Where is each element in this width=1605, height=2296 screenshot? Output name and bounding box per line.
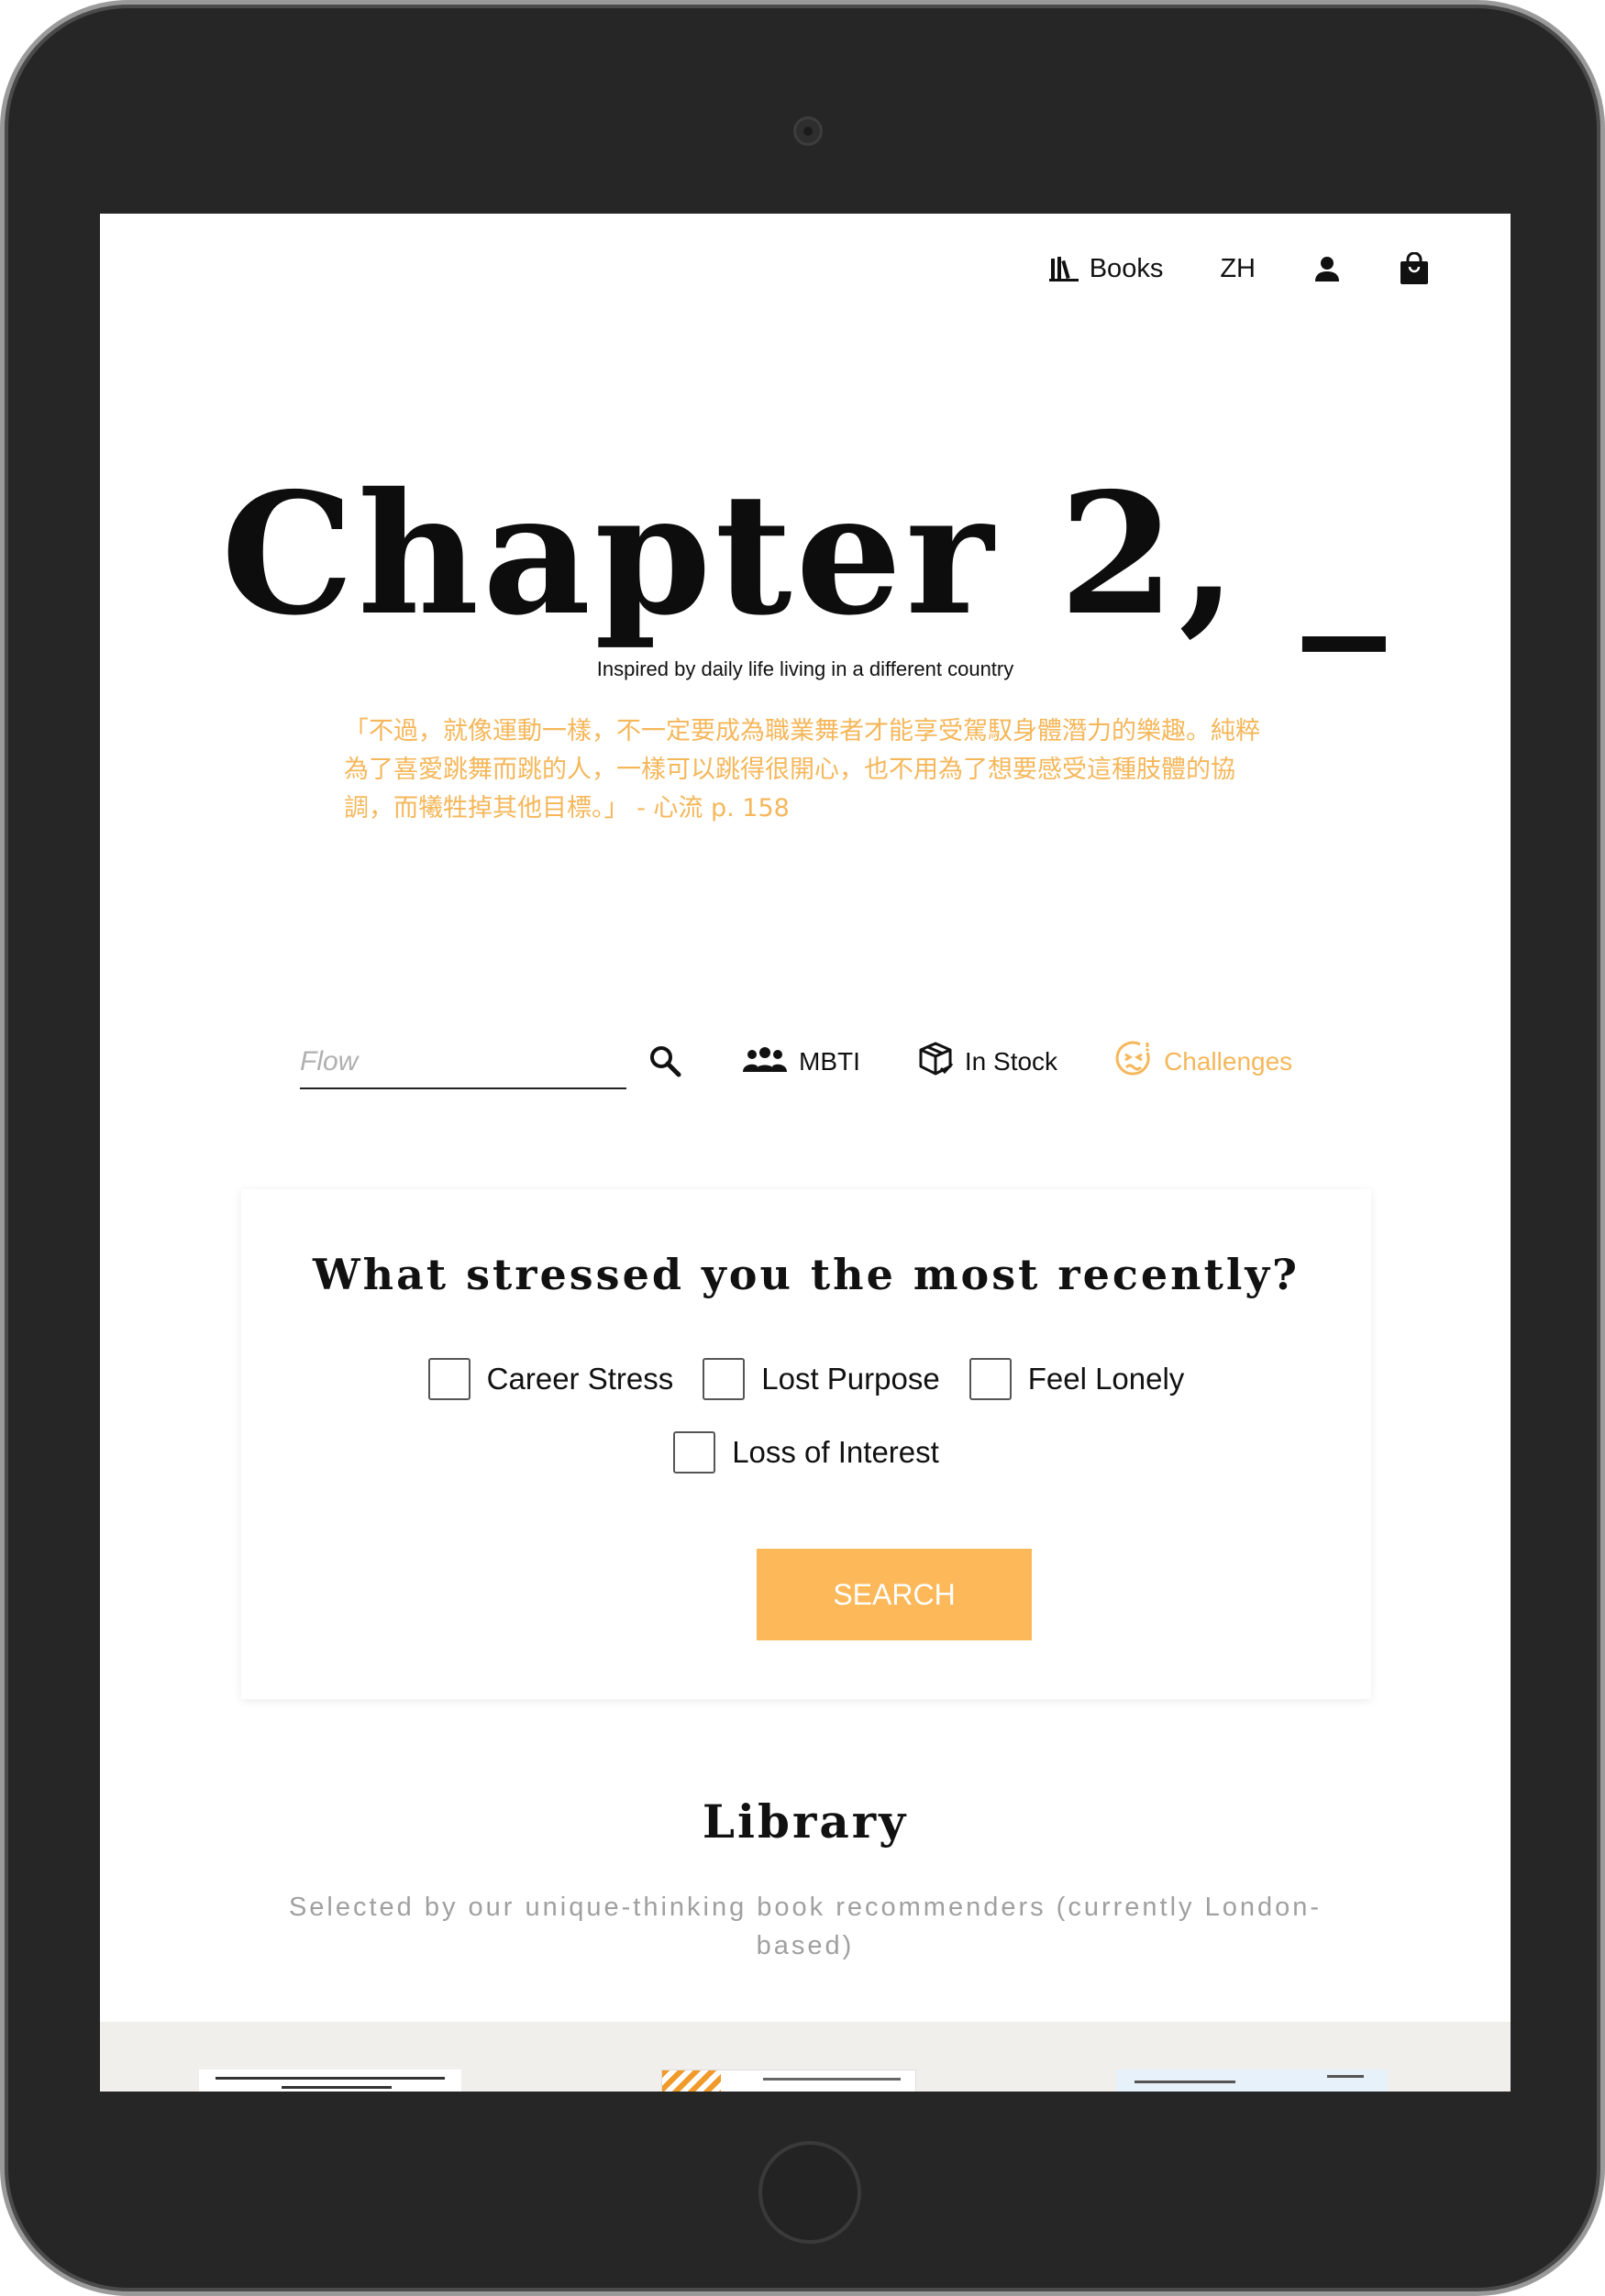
home-button[interactable] — [758, 2141, 861, 2244]
tablet-device: Books ZH Chapter 2, _ Inspired by daily … — [0, 0, 1605, 2296]
person-icon — [1312, 254, 1342, 283]
library-subtitle: Selected by our unique-thinking book rec… — [288, 1893, 1323, 1960]
option-label: Feel Lonely — [1027, 1362, 1185, 1396]
book-cover-text — [1135, 2081, 1235, 2083]
filter-in-stock[interactable]: In Stock — [917, 1041, 1057, 1084]
site-title: Chapter 2, _ — [221, 456, 1389, 652]
stressed-face-icon — [1114, 1040, 1153, 1085]
book-cover-text — [763, 2078, 901, 2081]
shopping-bag-icon — [1399, 252, 1430, 285]
language-toggle[interactable]: ZH — [1220, 254, 1256, 284]
bookshelf-icon — [1048, 255, 1079, 282]
filter-bar: MBTI In Stock — [300, 1021, 1364, 1103]
checkbox[interactable] — [703, 1358, 746, 1400]
option-career-stress[interactable]: Career Stress — [427, 1358, 674, 1400]
book-cover-art — [662, 2070, 721, 2092]
top-nav: Books ZH — [1048, 252, 1430, 285]
option-label: Loss of Interest — [732, 1435, 939, 1469]
option-loss-of-interest[interactable]: Loss of Interest — [673, 1431, 939, 1474]
search-icon — [648, 1044, 681, 1080]
nav-books-label: Books — [1089, 253, 1164, 283]
search-field — [300, 1034, 626, 1089]
filter-challenges-label: Challenges — [1164, 1047, 1293, 1076]
nav-books-link[interactable]: Books — [1048, 253, 1164, 284]
people-group-icon — [742, 1044, 788, 1080]
option-label: Career Stress — [486, 1362, 674, 1396]
filter-challenges[interactable]: Challenges — [1114, 1040, 1292, 1085]
filter-in-stock-label: In Stock — [964, 1047, 1058, 1076]
book-card[interactable] — [1116, 2070, 1388, 2092]
site-subtitle: Inspired by daily life living in a diffe… — [596, 657, 1014, 680]
question-title: What stressed you the most recently? — [312, 1250, 1301, 1299]
checkbox[interactable] — [673, 1431, 716, 1474]
book-cover-text — [1327, 2075, 1364, 2078]
book-card[interactable] — [661, 2070, 916, 2092]
featured-quote: 「不過，就像運動一樣，不一定要成為職業舞者才能享受駕馭身體潛力的樂趣。純粹為了喜… — [344, 717, 1260, 822]
checkbox[interactable] — [969, 1358, 1012, 1400]
book-card[interactable] — [199, 2070, 461, 2092]
filter-mbti-label: MBTI — [799, 1047, 860, 1076]
option-feel-lonely[interactable]: Feel Lonely — [969, 1358, 1185, 1400]
camera-icon — [793, 116, 823, 146]
filter-mbti[interactable]: MBTI — [742, 1044, 860, 1080]
options-row-2: Loss of Interest — [241, 1431, 1371, 1474]
stress-question-card: What stressed you the most recently? Car… — [241, 1189, 1371, 1699]
checkbox[interactable] — [427, 1358, 470, 1400]
search-button[interactable] — [645, 1042, 685, 1082]
option-lost-purpose[interactable]: Lost Purpose — [703, 1358, 940, 1400]
option-label: Lost Purpose — [761, 1362, 940, 1396]
search-input[interactable] — [300, 1040, 612, 1084]
screen: Books ZH Chapter 2, _ Inspired by daily … — [100, 214, 1511, 2092]
options-row-1: Career Stress Lost Purpose Feel Lonely — [241, 1358, 1371, 1400]
cart-button[interactable] — [1399, 252, 1430, 285]
package-check-icon — [917, 1041, 954, 1084]
account-button[interactable] — [1312, 254, 1342, 283]
book-shelf — [100, 2022, 1511, 2092]
library-title: Library — [702, 1794, 909, 1849]
submit-search-button[interactable]: SEARCH — [757, 1549, 1032, 1640]
